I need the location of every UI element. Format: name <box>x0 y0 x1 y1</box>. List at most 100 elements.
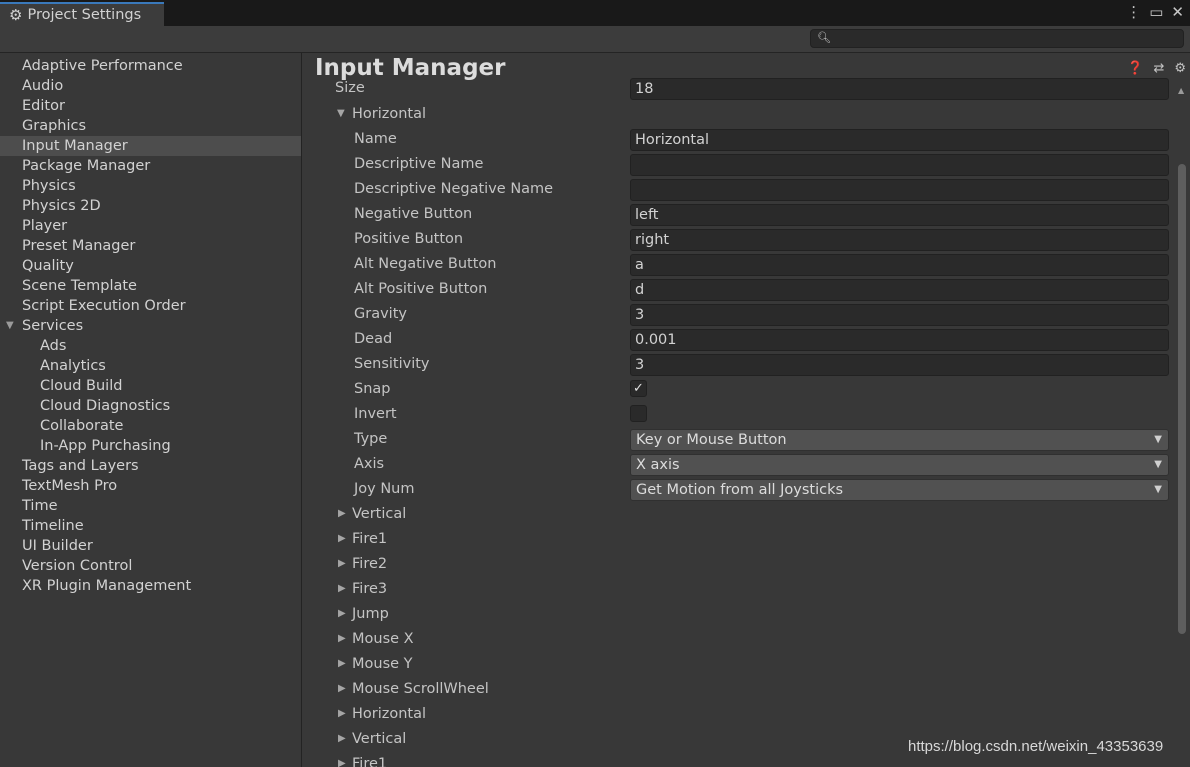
name-field[interactable]: Horizontal <box>630 129 1169 151</box>
sensitivity-field[interactable]: 3 <box>630 354 1169 376</box>
dropdown-value: Get Motion from all Joysticks <box>636 482 844 498</box>
sidebar-item-physics-2d[interactable]: Physics 2D <box>0 196 301 216</box>
sidebar-item-label: Physics 2D <box>22 198 101 214</box>
settings-icon[interactable]: ⚙ <box>1174 61 1186 76</box>
descriptive-name-field[interactable] <box>630 154 1169 176</box>
sidebar-item-tags-and-layers[interactable]: Tags and Layers <box>0 456 301 476</box>
axis-foldout-collapsed[interactable]: ▶ Fire1 <box>302 754 1172 767</box>
scroll-up-icon[interactable]: ▲ <box>1178 86 1184 95</box>
dead-field[interactable]: 0.001 <box>630 329 1169 351</box>
foldout-collapsed-icon[interactable]: ▶ <box>338 508 346 519</box>
joy-num-dropdown[interactable]: Get Motion from all Joysticks ▼ <box>630 479 1169 501</box>
watermark: https://blog.csdn.net/weixin_43353639 <box>908 738 1164 755</box>
alt-negative-button-field[interactable]: a <box>630 254 1169 276</box>
sidebar-item-cloud-build[interactable]: Cloud Build <box>0 376 301 396</box>
axis-foldout-collapsed[interactable]: ▶ Fire3 <box>302 579 1172 604</box>
sidebar-item-script-execution-order[interactable]: Script Execution Order <box>0 296 301 316</box>
sidebar-item-cloud-diagnostics[interactable]: Cloud Diagnostics <box>0 396 301 416</box>
alt-positive-button-field[interactable]: d <box>630 279 1169 301</box>
field-label: Name <box>354 131 397 147</box>
axis-foldout-collapsed[interactable]: ▶ Mouse ScrollWheel <box>302 679 1172 704</box>
sidebar-item-adaptive-performance[interactable]: Adaptive Performance <box>0 56 301 76</box>
field-label: Snap <box>354 381 391 397</box>
sidebar-item-timeline[interactable]: Timeline <box>0 516 301 536</box>
field-row-negative-button: Negative Button left <box>302 204 1172 229</box>
sidebar-item-package-manager[interactable]: Package Manager <box>0 156 301 176</box>
foldout-collapsed-icon[interactable]: ▶ <box>338 608 346 619</box>
axis-foldout-collapsed[interactable]: ▶ Mouse Y <box>302 654 1172 679</box>
field-row-snap: Snap ✓ <box>302 379 1172 404</box>
foldout-collapsed-icon[interactable]: ▶ <box>338 658 346 669</box>
type-dropdown[interactable]: Key or Mouse Button ▼ <box>630 429 1169 451</box>
sidebar-item-in-app-purchasing[interactable]: In-App Purchasing <box>0 436 301 456</box>
axis-foldout-collapsed[interactable]: ▶ Vertical <box>302 504 1172 529</box>
foldout-collapsed-icon[interactable]: ▶ <box>338 558 346 569</box>
window-titlebar: ⚙ Project Settings ⋮ ▭ ✕ <box>0 0 1190 26</box>
negative-button-field[interactable]: left <box>630 204 1169 226</box>
snap-checkbox[interactable]: ✓ <box>630 380 647 397</box>
more-options-icon[interactable]: ⋮ <box>1126 3 1141 21</box>
search-input[interactable]: 🔍︎ <box>810 29 1184 48</box>
field-label: Horizontal <box>352 706 427 722</box>
field-label: Negative Button <box>354 206 473 222</box>
foldout-collapsed-icon[interactable]: ▶ <box>338 758 346 767</box>
field-label: Jump <box>352 606 389 622</box>
gravity-field[interactable]: 3 <box>630 304 1169 326</box>
sidebar-item-preset-manager[interactable]: Preset Manager <box>0 236 301 256</box>
help-icon[interactable]: ❓ <box>1127 61 1143 76</box>
sidebar-item-audio[interactable]: Audio <box>0 76 301 96</box>
axis-foldout-collapsed[interactable]: ▶ Fire2 <box>302 554 1172 579</box>
sidebar-item-label: XR Plugin Management <box>22 578 192 594</box>
sidebar-item-time[interactable]: Time <box>0 496 301 516</box>
sidebar-item-ads[interactable]: Ads <box>0 336 301 356</box>
field-label: Fire3 <box>352 581 388 597</box>
axis-foldout-collapsed[interactable]: ▶ Mouse X <box>302 629 1172 654</box>
sidebar-item-xr-plugin-management[interactable]: XR Plugin Management <box>0 576 301 596</box>
close-icon[interactable]: ✕ <box>1171 3 1184 21</box>
foldout-collapsed-icon[interactable]: ▶ <box>338 633 346 644</box>
sidebar-item-analytics[interactable]: Analytics <box>0 356 301 376</box>
size-field[interactable]: 18 <box>630 78 1169 100</box>
descriptive-negative-name-field[interactable] <box>630 179 1169 201</box>
window-controls: ⋮ ▭ ✕ <box>1126 3 1184 21</box>
sidebar-item-textmesh-pro[interactable]: TextMesh Pro <box>0 476 301 496</box>
sidebar-item-input-manager[interactable]: Input Manager <box>0 136 301 156</box>
sidebar-item-services[interactable]: ▼ Services <box>0 316 301 336</box>
field-row-descriptive-name: Descriptive Name <box>302 154 1172 179</box>
chevron-down-icon: ▼ <box>1154 459 1162 470</box>
invert-checkbox[interactable] <box>630 405 647 422</box>
sidebar-item-ui-builder[interactable]: UI Builder <box>0 536 301 556</box>
axis-foldout-collapsed[interactable]: ▶ Jump <box>302 604 1172 629</box>
sidebar-item-version-control[interactable]: Version Control <box>0 556 301 576</box>
sidebar-item-player[interactable]: Player <box>0 216 301 236</box>
axis-dropdown[interactable]: X axis ▼ <box>630 454 1169 476</box>
scrollbar-thumb[interactable] <box>1178 164 1186 634</box>
expand-arrow-icon[interactable]: ▼ <box>6 316 14 336</box>
sidebar-item-graphics[interactable]: Graphics <box>0 116 301 136</box>
foldout-collapsed-icon[interactable]: ▶ <box>338 683 346 694</box>
foldout-collapsed-icon[interactable]: ▶ <box>338 583 346 594</box>
foldout-expanded-icon[interactable]: ▼ <box>337 108 345 119</box>
field-row-alt-positive-button: Alt Positive Button d <box>302 279 1172 304</box>
sidebar-item-scene-template[interactable]: Scene Template <box>0 276 301 296</box>
sidebar-item-editor[interactable]: Editor <box>0 96 301 116</box>
foldout-collapsed-icon[interactable]: ▶ <box>338 533 346 544</box>
field-label: Vertical <box>352 506 407 522</box>
sidebar-item-collaborate[interactable]: Collaborate <box>0 416 301 436</box>
sidebar-item-label: Quality <box>22 258 74 274</box>
sidebar-item-quality[interactable]: Quality <box>0 256 301 276</box>
foldout-collapsed-icon[interactable]: ▶ <box>338 733 346 744</box>
field-row-joy-num: Joy Num Get Motion from all Joysticks ▼ <box>302 479 1172 504</box>
maximize-icon[interactable]: ▭ <box>1149 3 1163 21</box>
header-icons: ❓ ⇄ ⚙ <box>1127 61 1186 76</box>
vertical-scrollbar[interactable]: ▲ <box>1176 84 1188 767</box>
positive-button-field[interactable]: right <box>630 229 1169 251</box>
axis-foldout-collapsed[interactable]: ▶ Fire1 <box>302 529 1172 554</box>
field-row-dead: Dead 0.001 <box>302 329 1172 354</box>
tab-project-settings[interactable]: ⚙ Project Settings <box>0 2 164 26</box>
preset-icon[interactable]: ⇄ <box>1153 61 1164 76</box>
foldout-collapsed-icon[interactable]: ▶ <box>338 708 346 719</box>
chevron-down-icon: ▼ <box>1154 484 1162 495</box>
sidebar-item-physics[interactable]: Physics <box>0 176 301 196</box>
axis-foldout-collapsed[interactable]: ▶ Horizontal <box>302 704 1172 729</box>
